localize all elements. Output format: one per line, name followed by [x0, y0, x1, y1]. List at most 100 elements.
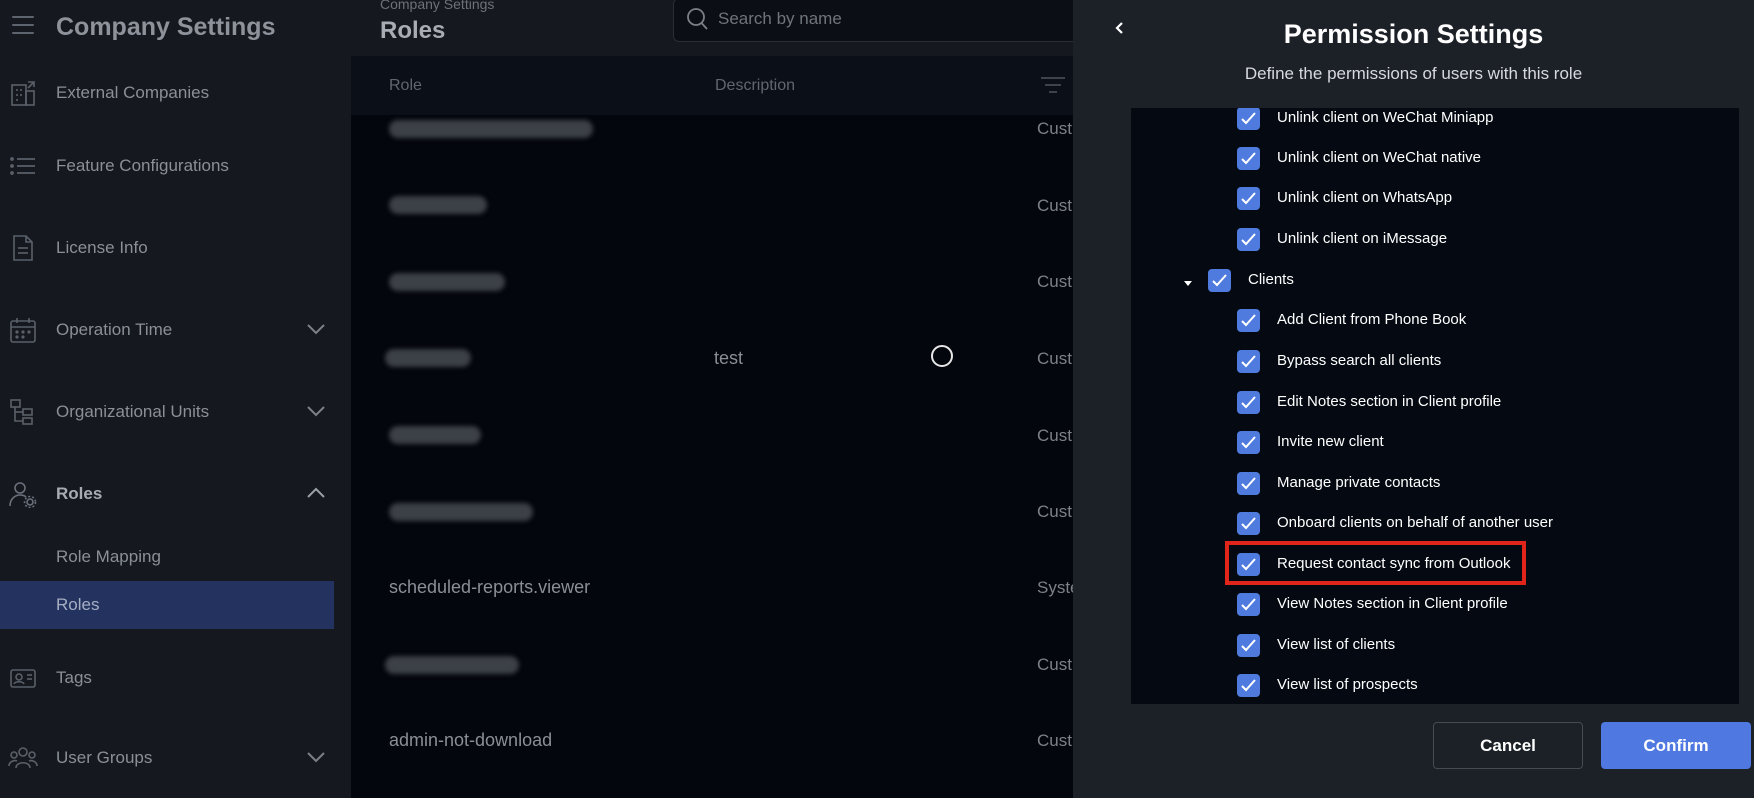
redacted-role-name — [389, 426, 481, 444]
sidebar-item-label: Feature Configurations — [56, 156, 229, 175]
document-icon — [8, 234, 38, 262]
permission-label: Unlink client on WeChat native — [1277, 149, 1481, 166]
table-row[interactable]: Cust — [351, 626, 1073, 702]
search-icon — [686, 7, 708, 31]
panel-title: Permission Settings — [1283, 19, 1544, 49]
sidebar-item-user-groups[interactable]: User Groups — [0, 730, 351, 786]
checkbox-checked[interactable] — [1237, 228, 1260, 251]
building-icon — [8, 79, 38, 107]
permission-label: View list of clients — [1277, 636, 1396, 653]
redacted-role-name — [389, 120, 593, 138]
users-icon — [8, 744, 38, 772]
sidebar-item-label: Roles — [56, 484, 103, 503]
confirm-button[interactable]: Confirm — [1601, 722, 1751, 769]
sidebar-subitem-role-mapping[interactable]: Role Mapping — [0, 533, 334, 581]
tag-card-icon — [8, 664, 38, 692]
sidebar-item-label: Organizational Units — [56, 402, 210, 421]
org-tree-icon — [8, 398, 38, 426]
checkbox-checked[interactable] — [1237, 674, 1260, 697]
hamburger-icon[interactable] — [12, 16, 34, 36]
checkbox-checked[interactable] — [1237, 593, 1260, 616]
table-row[interactable]: admin-not-download Cust — [351, 702, 1073, 778]
sidebar-item-tags[interactable]: Tags — [0, 650, 351, 706]
permission-label: Unlink client on WeChat Miniapp — [1277, 109, 1494, 126]
search-placeholder: Search by name — [718, 9, 842, 28]
checkbox-checked[interactable] — [1237, 634, 1260, 657]
sidebar-item-label: External Companies — [56, 83, 210, 102]
permission-label: Clients — [1248, 271, 1294, 288]
cancel-button[interactable]: Cancel — [1433, 722, 1583, 769]
role-type: Cust — [1037, 426, 1072, 445]
permission-label: View Notes section in Client profile — [1277, 595, 1508, 612]
sidebar-item-label: User Groups — [56, 748, 153, 767]
sidebar-header: Company Settings — [0, 0, 351, 56]
chevron-down-icon[interactable] — [305, 402, 327, 420]
page-header: Company Settings Roles Search by name — [351, 0, 1093, 56]
sidebar-subitem-roles[interactable]: Roles — [0, 581, 334, 629]
sidebar-item-label: Roles — [56, 595, 100, 614]
checkbox-checked[interactable] — [1237, 431, 1260, 454]
role-type: Cust — [1037, 196, 1072, 215]
highlight-box — [1225, 541, 1526, 585]
permission-label: Manage private contacts — [1277, 474, 1441, 491]
redacted-role-name — [389, 273, 505, 291]
redacted-role-name — [385, 656, 519, 674]
calendar-icon — [8, 316, 38, 344]
checkbox-checked[interactable] — [1237, 391, 1260, 414]
role-type: Cust — [1037, 731, 1072, 750]
sidebar-item-label: Tags — [56, 668, 92, 687]
breadcrumb[interactable]: Company Settings — [380, 0, 494, 12]
role-name: scheduled-reports.viewer — [389, 577, 591, 597]
sidebar-item-license-info[interactable]: License Info — [0, 220, 351, 276]
table-row[interactable]: Cust — [351, 243, 1073, 319]
permission-label: Add Client from Phone Book — [1277, 311, 1467, 328]
list-icon — [8, 152, 38, 180]
checkbox-checked[interactable] — [1237, 147, 1260, 170]
table-row[interactable]: Cust — [351, 167, 1073, 243]
chevron-up-icon[interactable] — [305, 484, 327, 502]
mouse-cursor-indicator — [931, 345, 953, 367]
permission-label: Edit Notes section in Client profile — [1277, 393, 1502, 410]
table-row[interactable]: test Cust — [351, 320, 1073, 396]
role-name: admin-not-download — [389, 730, 553, 750]
sidebar-item-feature-configurations[interactable]: Feature Configurations — [0, 138, 351, 194]
role-type: Cust — [1037, 655, 1072, 674]
sidebar-item-label: License Info — [56, 238, 148, 257]
checkbox-checked[interactable] — [1237, 472, 1260, 495]
sidebar-title: Company Settings — [56, 13, 276, 41]
role-description: test — [714, 348, 744, 368]
redacted-role-name — [389, 196, 487, 214]
permission-settings-panel: Permission Settings Define the permissio… — [1073, 0, 1754, 798]
permission-tree[interactable]: Unlink client on WeChat Miniapp Unlink c… — [1131, 108, 1739, 704]
main-content: Company Settings Roles Search by name Ro… — [351, 0, 1093, 798]
sidebar-item-roles[interactable]: Roles — [0, 466, 351, 522]
user-gear-icon — [8, 480, 38, 509]
chevron-down-icon[interactable] — [305, 320, 327, 338]
checkbox-checked[interactable] — [1237, 108, 1260, 130]
checkbox-checked[interactable] — [1237, 309, 1260, 332]
table-row[interactable]: scheduled-reports.viewer Syste — [351, 549, 1080, 625]
redacted-role-name — [385, 349, 471, 367]
sidebar-item-external-companies[interactable]: External Companies — [0, 65, 351, 121]
checkbox-checked[interactable] — [1237, 350, 1260, 373]
checkbox-checked[interactable] — [1237, 187, 1260, 210]
chevron-down-icon[interactable] — [305, 748, 327, 766]
role-type: Cust — [1037, 272, 1072, 291]
permission-label: Unlink client on iMessage — [1277, 230, 1448, 247]
permission-label: Bypass search all clients — [1277, 352, 1442, 369]
checkbox-checked[interactable] — [1237, 512, 1260, 535]
permission-label: Invite new client — [1277, 433, 1384, 450]
table-row[interactable]: Cust — [351, 473, 1073, 549]
sidebar-item-organizational-units[interactable]: Organizational Units — [0, 384, 351, 440]
caret-down-icon[interactable] — [1182, 275, 1194, 286]
table-row[interactable]: Cust — [351, 92, 1073, 168]
role-type: Cust — [1037, 349, 1072, 368]
sidebar-item-operation-time[interactable]: Operation Time — [0, 302, 351, 358]
checkbox-checked[interactable] — [1208, 269, 1231, 292]
permission-label: View list of prospects — [1277, 676, 1418, 693]
table-row[interactable]: Cust — [351, 397, 1073, 473]
page-title: Roles — [380, 17, 446, 44]
sidebar-item-label: Role Mapping — [56, 547, 161, 566]
search-input[interactable]: Search by name — [673, 0, 1093, 42]
sidebar: Company Settings External Companies Feat… — [0, 0, 351, 798]
